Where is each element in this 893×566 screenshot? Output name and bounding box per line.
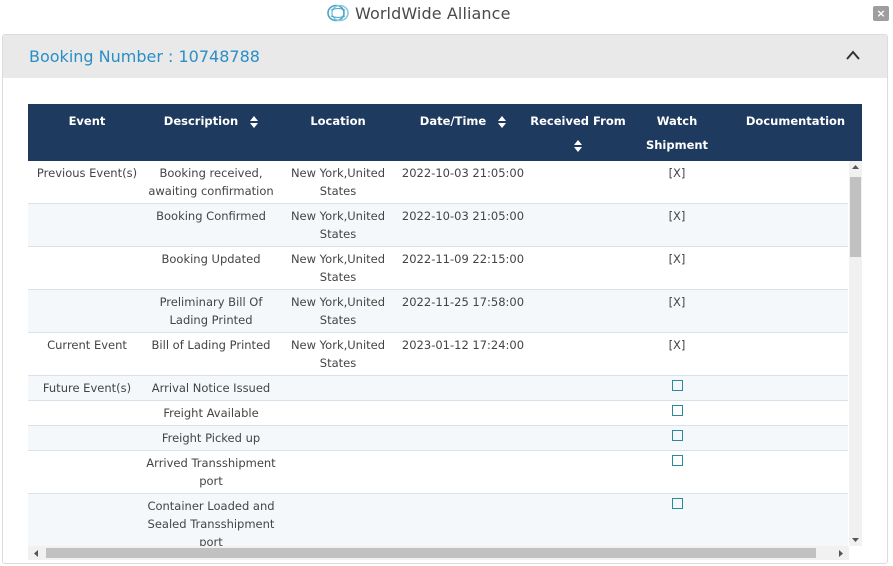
watch-marker: [X] [668,295,686,309]
booking-panel: Booking Number : 10748788 Event Descript… [2,34,888,564]
table-row: Freight Picked up [28,426,848,451]
location-cell: New York,United States [290,252,386,284]
chevron-up-icon[interactable] [845,49,861,61]
app-name: WorldWide Alliance [355,3,511,23]
booking-number-title: Booking Number : 10748788 [29,47,260,66]
datetime-cell: 2022-11-25 17:58:00 [401,295,525,309]
description-cell: Booking Confirmed [156,209,266,223]
location-cell: New York,United States [290,338,386,370]
globe-logo-icon [327,4,349,22]
panel-header[interactable]: Booking Number : 10748788 [3,35,887,78]
watch-checkbox[interactable] [628,376,726,396]
scroll-down-icon[interactable] [851,536,860,544]
datetime-cell: 2022-11-09 22:15:00 [401,252,525,266]
header-event: Event [68,114,106,128]
description-cell: Booking received, awaiting confirmation [148,166,274,198]
events-table: Event Description Location Date/Time Rec… [28,104,862,560]
watch-checkbox[interactable] [628,426,726,446]
datetime-cell: 2022-10-03 21:05:00 [401,209,525,223]
watch-marker: [X] [668,252,686,266]
location-cell: New York,United States [290,166,386,198]
description-cell: Bill of Lading Printed [151,338,271,352]
description-cell: Freight Available [163,406,259,420]
table-row: Preliminary Bill Of Lading Printed New Yo… [28,290,848,333]
close-button[interactable]: × [873,6,889,21]
table-row: Future Event(s) Arrival Notice Issued [28,376,848,401]
event-cell: Previous Event(s) [36,166,138,180]
datetime-cell: 2022-10-03 21:05:00 [401,166,525,180]
header-datetime[interactable]: Date/Time [398,109,528,166]
scroll-right-icon[interactable] [837,549,845,558]
watch-checkbox[interactable] [628,401,726,421]
table-row: Current Event Bill of Lading Printed New… [28,333,848,376]
watch-marker: [X] [668,338,686,352]
sort-icon[interactable] [574,139,582,152]
header-received-from[interactable]: Received From [528,109,628,166]
description-cell: Arrival Notice Issued [151,381,271,395]
header-watch-shipment: Watch Shipment [645,114,709,152]
horizontal-scroll-thumb[interactable] [46,548,816,558]
table-row: Arrived Transshipment port [28,451,848,494]
watch-checkbox[interactable] [628,451,726,471]
table-row: Booking Updated New York,United States 20… [28,247,848,290]
header-description[interactable]: Description [146,109,276,166]
location-cell: New York,United States [290,295,386,327]
sort-icon[interactable] [498,115,507,128]
table-row: Freight Available [28,401,848,426]
watch-marker: [X] [668,166,686,180]
watch-marker: [X] [668,209,686,223]
header-documentation: Documentation [745,114,846,128]
title-bar: WorldWide Alliance × [0,0,893,30]
description-cell: Freight Picked up [161,431,261,445]
table-header: Event Description Location Date/Time Rec… [28,104,862,161]
description-cell: Container Loaded and Sealed Transshipment… [147,499,275,549]
table-row: Previous Event(s) Booking received, await… [28,161,848,204]
vertical-scrollbar[interactable] [849,161,862,546]
description-cell: Preliminary Bill Of Lading Printed [159,295,263,327]
event-cell: Future Event(s) [42,381,132,395]
table-body: Previous Event(s) Booking received, await… [28,161,848,555]
event-cell: Current Event [47,338,127,352]
location-cell: New York,United States [290,209,386,241]
sort-icon[interactable] [250,115,259,128]
watch-checkbox[interactable] [628,494,726,514]
table-row: Booking Confirmed New York,United States … [28,204,848,247]
datetime-cell: 2023-01-12 17:24:00 [401,338,525,352]
scroll-left-icon[interactable] [32,549,40,558]
description-cell: Arrived Transshipment port [146,456,276,488]
description-cell: Booking Updated [161,252,261,266]
horizontal-scrollbar[interactable] [28,546,849,560]
vertical-scroll-thumb[interactable] [850,177,861,257]
scroll-up-icon[interactable] [851,163,860,171]
header-location: Location [310,114,366,128]
brand: WorldWide Alliance [327,3,511,23]
